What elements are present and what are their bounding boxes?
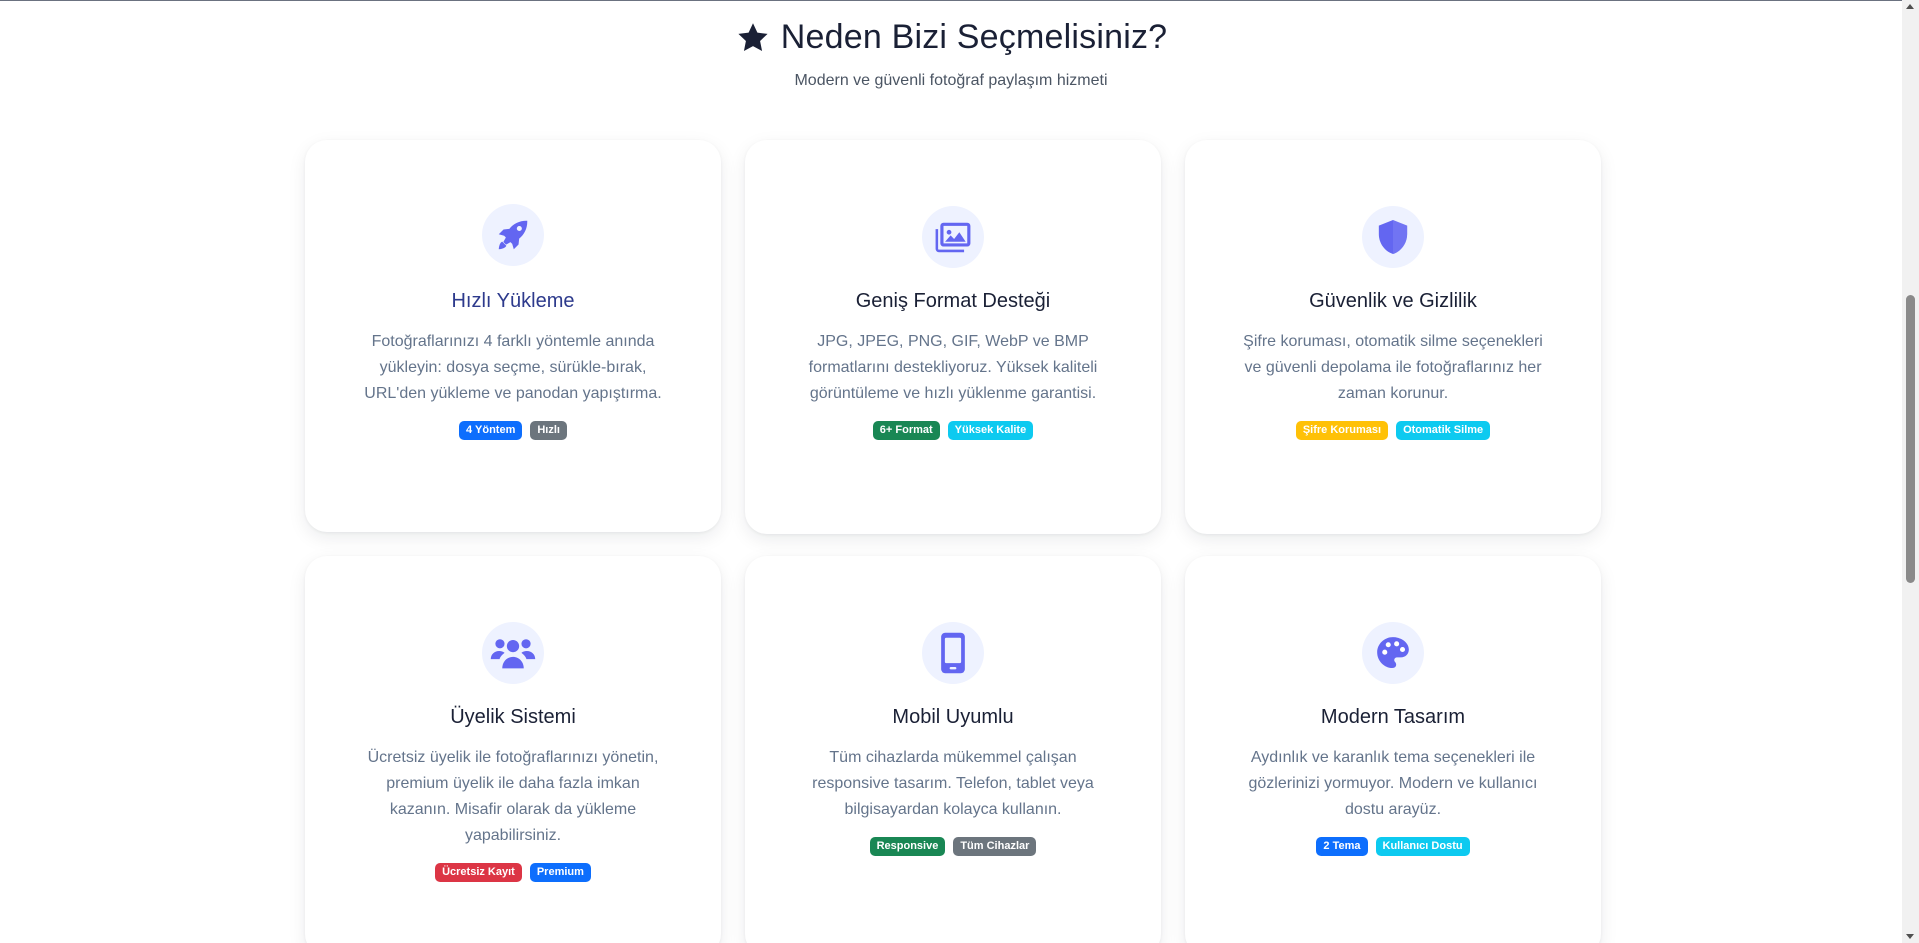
section-subtitle: Modern ve güvenli fotoğraf paylaşım hizm…	[794, 72, 1108, 89]
feature-badges: 2 Tema Kullanıcı Dostu	[1213, 837, 1573, 856]
feature-card-security: Güvenlik ve Gizlilik Şifre koruması, oto…	[1185, 140, 1601, 534]
feature-card-format-support: Geniş Format Desteği JPG, JPEG, PNG, GIF…	[745, 140, 1161, 534]
mobile-icon	[922, 622, 984, 684]
palette-icon	[1362, 622, 1424, 684]
section-title: Neden Bizi Seçmelisiniz?	[780, 18, 1168, 56]
badge: Tüm Cihazlar	[953, 837, 1037, 856]
feature-description: Ücretsiz üyelik ile fotoğraflarınızı yön…	[367, 749, 659, 844]
star-icon	[735, 21, 771, 55]
badge: Responsive	[869, 837, 946, 856]
badge: 4 Yöntem	[459, 421, 523, 440]
feature-card-mobile: Mobil Uyumlu Tüm cihazlarda mükemmel çal…	[745, 556, 1161, 943]
feature-title: Mobil Uyumlu	[892, 706, 1014, 728]
scroll-up-arrow-icon[interactable]	[1906, 4, 1914, 9]
feature-title: Modern Tasarım	[1320, 706, 1466, 728]
badge: 6+ Format	[872, 421, 940, 440]
section-heading: Neden Bizi Seçmelisiniz?	[0, 18, 1902, 57]
feature-badges: 6+ Format Yüksek Kalite	[773, 421, 1133, 440]
feature-badges: Ücretsiz Kayıt Premium	[333, 863, 693, 882]
feature-card-membership: Üyelik Sistemi Ücretsiz üyelik ile fotoğ…	[305, 556, 721, 943]
images-icon	[922, 206, 984, 268]
feature-badges: Responsive Tüm Cihazlar	[773, 837, 1133, 856]
feature-title: Güvenlik ve Gizlilik	[1309, 290, 1477, 312]
vertical-scrollbar[interactable]	[1902, 0, 1919, 943]
feature-card-fast-upload: Hızlı Yükleme Fotoğraflarınızı 4 farklı …	[305, 140, 721, 532]
feature-description: JPG, JPEG, PNG, GIF, WebP ve BMP formatl…	[808, 333, 1098, 402]
feature-card-modern-design: Modern Tasarım Aydınlık ve karanlık tema…	[1185, 556, 1601, 943]
feature-badges: 4 Yöntem Hızlı	[333, 421, 693, 440]
feature-title: Üyelik Sistemi	[450, 706, 576, 728]
shield-icon	[1362, 206, 1424, 268]
feature-title: Hızlı Yükleme	[451, 290, 575, 312]
feature-description: Şifre koruması, otomatik silme seçenekle…	[1243, 333, 1543, 402]
feature-title: Geniş Format Desteği	[855, 290, 1051, 312]
feature-description: Aydınlık ve karanlık tema seçenekleri il…	[1248, 749, 1538, 818]
badge: Kullanıcı Dostu	[1375, 837, 1470, 856]
users-icon	[482, 622, 544, 684]
feature-badges: Şifre Koruması Otomatik Silme	[1213, 421, 1573, 440]
badge: Hızlı	[530, 421, 567, 440]
badge: Otomatik Silme	[1396, 421, 1491, 440]
feature-description: Fotoğraflarınızı 4 farklı yöntemle anınd…	[364, 333, 662, 402]
badge: Yüksek Kalite	[947, 421, 1034, 440]
badge: Şifre Koruması	[1295, 421, 1389, 440]
badge: Premium	[529, 863, 591, 882]
badge: Ücretsiz Kayıt	[435, 863, 522, 882]
rocket-icon	[482, 204, 544, 266]
scrollbar-thumb[interactable]	[1906, 295, 1915, 583]
scroll-down-arrow-icon[interactable]	[1906, 934, 1914, 939]
feature-description: Tüm cihazlarda mükemmel çalışan responsi…	[812, 749, 1094, 818]
page-viewport: Neden Bizi Seçmelisiniz? Modern ve güven…	[0, 0, 1902, 943]
badge: 2 Tema	[1316, 837, 1368, 856]
